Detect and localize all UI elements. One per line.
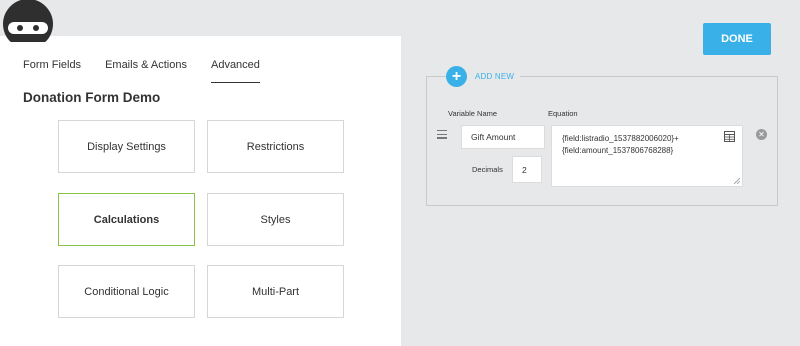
builder-tabs: Form Fields Emails & Actions Advanced (23, 58, 284, 83)
multi-part-tile[interactable]: Multi-Part (207, 265, 344, 318)
restrictions-tile[interactable]: Restrictions (207, 120, 344, 173)
styles-tile[interactable]: Styles (207, 193, 344, 246)
add-new-button[interactable]: + ADD NEW (446, 66, 521, 87)
drag-handle-icon[interactable] (437, 130, 447, 141)
tab-emails-actions[interactable]: Emails & Actions (105, 58, 187, 78)
variable-name-input[interactable]: Gift Amount (461, 125, 545, 149)
equation-line-1: {field:listradio_1537882006020}+ (562, 134, 679, 143)
builder-panel: Form Fields Emails & Actions Advanced Do… (0, 36, 401, 346)
merge-tags-icon[interactable] (724, 131, 735, 142)
calculations-tile[interactable]: Calculations (58, 193, 195, 246)
plus-icon: + (446, 66, 467, 87)
equation-header: Equation (548, 109, 578, 118)
equation-line-2: {field:amount_1537806768288} (562, 146, 674, 155)
tab-advanced[interactable]: Advanced (210, 58, 260, 83)
decimals-label: Decimals (472, 165, 503, 174)
ninja-logo (2, 0, 54, 42)
equation-textarea[interactable]: {field:listradio_1537882006020}+ {field:… (551, 125, 743, 187)
add-new-label: ADD NEW (475, 72, 515, 81)
form-title: Donation Form Demo (23, 90, 161, 105)
tab-form-fields[interactable]: Form Fields (23, 58, 81, 78)
resize-grip-icon[interactable] (734, 178, 740, 184)
conditional-logic-tile[interactable]: Conditional Logic (58, 265, 195, 318)
display-settings-tile[interactable]: Display Settings (58, 120, 195, 173)
decimals-input[interactable]: 2 (512, 156, 542, 183)
remove-icon[interactable]: ✕ (756, 129, 767, 140)
variable-name-header: Variable Name (448, 109, 498, 118)
done-button[interactable]: DONE (703, 23, 771, 55)
